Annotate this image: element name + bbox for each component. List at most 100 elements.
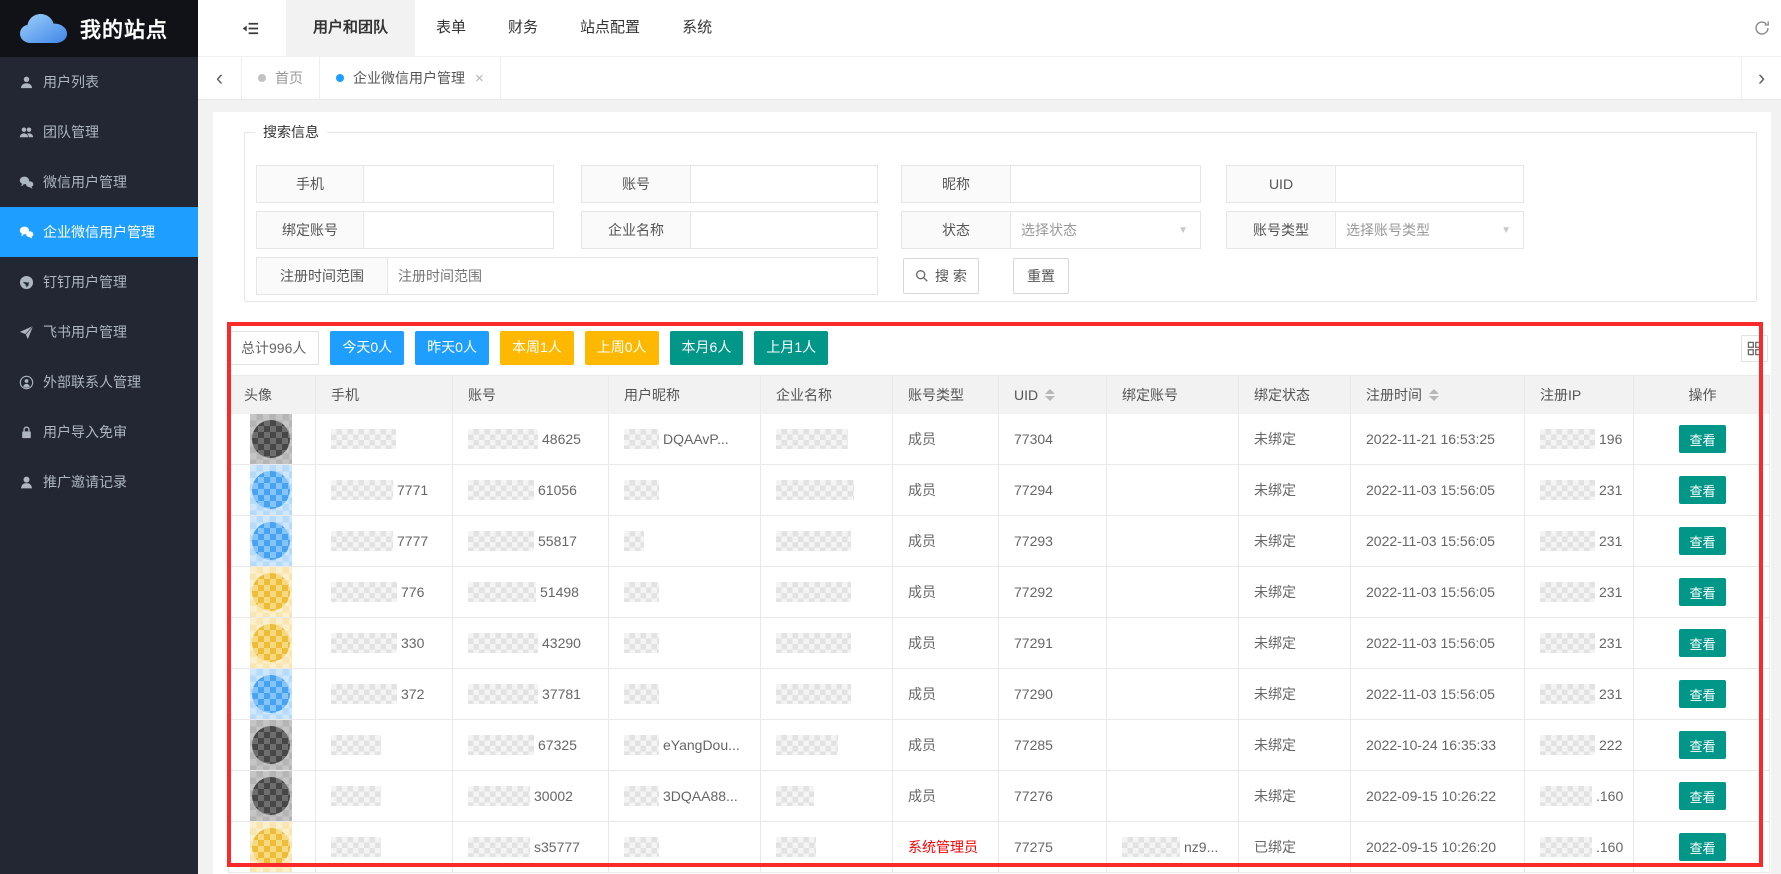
account-input[interactable] (691, 165, 878, 203)
account-type: 成员 (908, 735, 936, 755)
phone-cell: 372 (316, 669, 453, 719)
close-icon[interactable]: × (475, 70, 484, 87)
reg-time-cell: 2022-11-03 15:56:05 (1351, 516, 1525, 566)
status-select[interactable]: 选择状态 ▼ (1011, 211, 1201, 249)
column-filter-button[interactable] (1741, 335, 1768, 362)
action-cell: 查看 (1634, 516, 1771, 566)
reg-ip-cell: 222 (1525, 720, 1634, 770)
tab-label: 首页 (275, 68, 303, 88)
account-type-cell: 成员 (893, 771, 999, 821)
nickname-input[interactable] (1011, 165, 1201, 203)
avatar-cell (229, 720, 316, 770)
uid-cell: 77290 (999, 669, 1107, 719)
column-header-8: 绑定状态 (1239, 376, 1351, 414)
uid-input[interactable] (1336, 165, 1524, 203)
reg-range-input[interactable] (388, 257, 878, 295)
stat-badge-3[interactable]: 本周1人 (500, 331, 574, 365)
column-header-label: 用户昵称 (624, 385, 680, 405)
top-menu-item-2[interactable]: 财务 (487, 0, 559, 56)
reg-ip-redacted (1540, 480, 1595, 500)
account-redacted (468, 633, 538, 653)
nickname-cell: eYangDou... (609, 720, 761, 770)
column-header-9[interactable]: 注册时间 (1351, 376, 1525, 414)
page-tab-0[interactable]: 首页 (242, 57, 320, 99)
view-button[interactable]: 查看 (1679, 476, 1725, 504)
account-type-cell: 成员 (893, 516, 999, 566)
action-cell: 查看 (1634, 618, 1771, 668)
stat-badge-0[interactable]: 总计996人 (228, 331, 319, 365)
collapse-sidebar-icon[interactable] (230, 0, 270, 56)
avatar-cell (229, 414, 316, 464)
column-header-6[interactable]: UID (999, 376, 1107, 414)
page-tabbar: ‹ 首页企业微信用户管理× › (198, 57, 1781, 100)
view-button[interactable]: 查看 (1679, 527, 1725, 555)
bind-status-cell: 未绑定 (1239, 720, 1351, 770)
column-header-label: 账号 (468, 385, 496, 405)
view-button[interactable]: 查看 (1679, 578, 1725, 606)
reg-ip-text: 231 (1599, 482, 1622, 498)
reg-time-cell: 2022-09-15 10:26:22 (1351, 771, 1525, 821)
reg-ip-text: 231 (1599, 686, 1622, 702)
sidebar-item-6[interactable]: 外部联系人管理 (0, 357, 198, 407)
bind-account-cell (1107, 567, 1239, 617)
view-button[interactable]: 查看 (1679, 833, 1725, 861)
phone-redacted (331, 429, 396, 449)
bind-account-input[interactable] (364, 211, 554, 249)
view-button[interactable]: 查看 (1679, 782, 1725, 810)
table-body: 48625DQAAvP...成员77304未绑定2022-11-21 16:53… (229, 414, 1769, 873)
sidebar-item-1[interactable]: 团队管理 (0, 107, 198, 157)
view-button[interactable]: 查看 (1679, 731, 1725, 759)
reg-time-cell: 2022-11-03 15:56:05 (1351, 567, 1525, 617)
nickname-cell: DQAAvP... (609, 414, 761, 464)
company-input[interactable] (691, 211, 878, 249)
uid-cell: 77285 (999, 720, 1107, 770)
column-header-label: UID (1014, 387, 1038, 403)
view-button[interactable]: 查看 (1679, 425, 1725, 453)
column-header-label: 绑定账号 (1122, 385, 1178, 405)
reg-ip-cell: 231 (1525, 669, 1634, 719)
tabs-scroll-right-icon[interactable]: › (1741, 57, 1781, 99)
reg-time-cell: 2022-10-24 16:35:33 (1351, 720, 1525, 770)
sidebar-item-3[interactable]: 企业微信用户管理 (0, 207, 198, 257)
sidebar-item-4[interactable]: 钉钉用户管理 (0, 257, 198, 307)
stat-badge-1[interactable]: 今天0人 (330, 331, 404, 365)
sidebar-item-0[interactable]: 用户列表 (0, 57, 198, 107)
stat-badge-2[interactable]: 昨天0人 (415, 331, 489, 365)
account-type-select[interactable]: 选择账号类型 ▼ (1336, 211, 1524, 249)
view-button[interactable]: 查看 (1679, 629, 1725, 657)
stat-badge-5[interactable]: 本月6人 (670, 331, 744, 365)
company-cell (761, 720, 893, 770)
sidebar-item-7[interactable]: 用户导入免审 (0, 407, 198, 457)
stat-badge-6[interactable]: 上月1人 (754, 331, 828, 365)
sidebar-item-5[interactable]: 飞书用户管理 (0, 307, 198, 357)
site-title: 我的站点 (80, 14, 168, 44)
reset-button[interactable]: 重置 (1013, 258, 1069, 294)
view-button[interactable]: 查看 (1679, 680, 1725, 708)
stat-badge-4[interactable]: 上周0人 (585, 331, 659, 365)
column-header-2: 账号 (453, 376, 609, 414)
nickname-text: eYangDou... (663, 737, 740, 753)
sort-icon[interactable] (1045, 389, 1055, 401)
nickname-cell (609, 618, 761, 668)
top-menu-item-4[interactable]: 系统 (661, 0, 733, 56)
sidebar-item-label: 用户列表 (43, 72, 99, 92)
phone-text: 776 (401, 584, 424, 600)
search-button[interactable]: 搜 索 (903, 258, 979, 294)
phone-input[interactable] (364, 165, 554, 203)
page-tab-1[interactable]: 企业微信用户管理× (320, 57, 501, 99)
sidebar-item-2[interactable]: 微信用户管理 (0, 157, 198, 207)
company-cell (761, 465, 893, 515)
field-company-label: 企业名称 (581, 211, 691, 249)
top-menu-item-1[interactable]: 表单 (415, 0, 487, 56)
refresh-icon[interactable] (1750, 16, 1774, 40)
top-menu-item-0[interactable]: 用户和团队 (286, 0, 415, 56)
top-menu-item-3[interactable]: 站点配置 (559, 0, 661, 56)
reg-ip-redacted (1540, 429, 1595, 449)
tabs-scroll-left-icon[interactable]: ‹ (198, 57, 242, 99)
sort-icon[interactable] (1429, 389, 1439, 401)
top-menu: 用户和团队表单财务站点配置系统 (286, 0, 733, 56)
avatar-cell (229, 618, 316, 668)
table-row: 48625DQAAvP...成员77304未绑定2022-11-21 16:53… (229, 414, 1769, 465)
bind-account-redacted (1122, 837, 1180, 857)
sidebar-item-8[interactable]: 推广邀请记录 (0, 457, 198, 507)
